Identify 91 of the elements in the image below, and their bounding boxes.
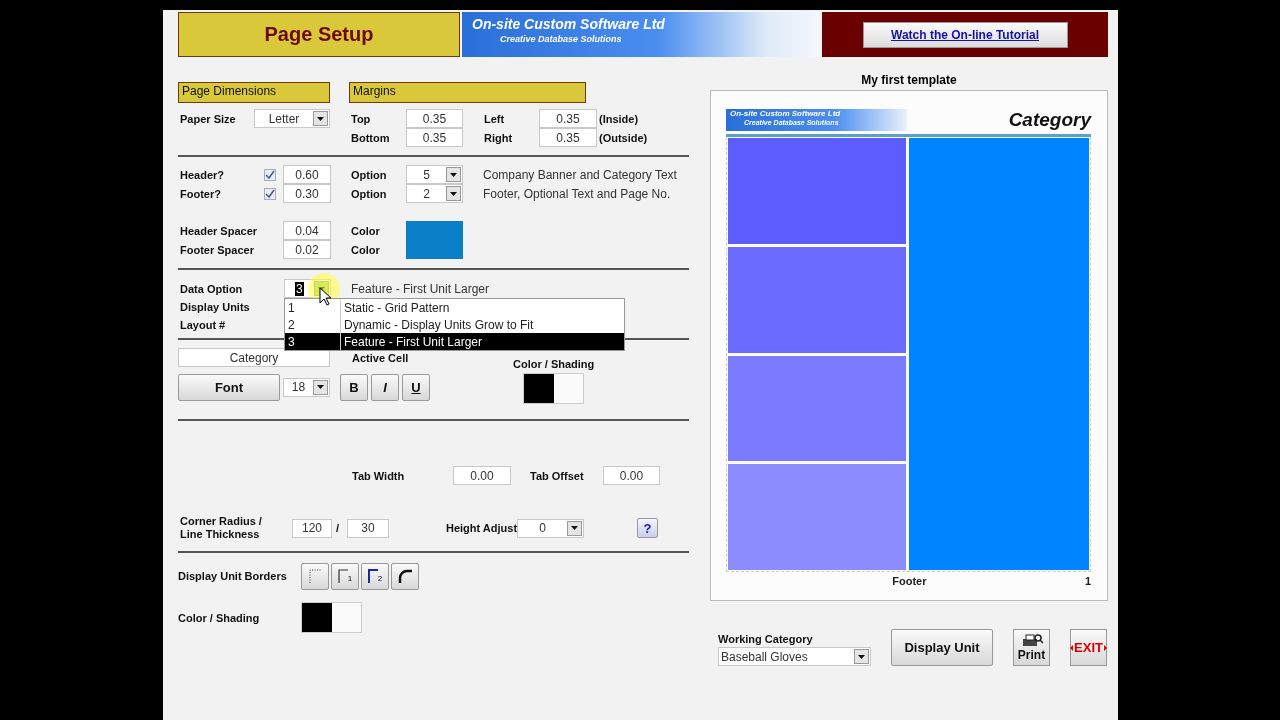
field-label: Working Category — [718, 633, 814, 645]
caret-icon — [450, 172, 457, 177]
template-name: My first template — [860, 71, 958, 89]
field-label: Paper Size — [180, 112, 236, 125]
company-name: On-site Custom Software Ltd — [472, 16, 666, 32]
field-label: Height Adjust — [446, 522, 518, 534]
field-label: Corner Radius / Line Thickness — [180, 515, 263, 541]
field-note: (Inside) — [599, 112, 639, 125]
caret-icon — [317, 116, 324, 121]
color-shading-swatch[interactable] — [523, 373, 585, 404]
field-label: Header Spacer — [180, 224, 258, 237]
field-note: (Outside) — [599, 131, 648, 144]
company-tagline: Creative Database Solutions — [500, 34, 623, 44]
dotted-corner-icon — [309, 569, 321, 583]
field-label: Footer? — [180, 187, 221, 200]
input-field[interactable]: 0.00 — [453, 466, 511, 485]
input-field[interactable]: 0.35 — [539, 128, 597, 147]
color-shading-swatch[interactable] — [301, 602, 362, 633]
field-label: Display Units — [180, 301, 250, 313]
checkbox[interactable] — [264, 187, 276, 200]
text-style-button[interactable]: I — [371, 373, 399, 401]
caret-icon — [317, 385, 324, 389]
field-label: Data Option — [180, 282, 243, 295]
preview-footer: Footer — [892, 575, 927, 587]
dropdown[interactable]: Letter — [254, 109, 330, 128]
input-field[interactable]: 0.60 — [283, 165, 331, 184]
preview-category: Category — [1008, 109, 1091, 131]
color-swatch[interactable] — [406, 221, 463, 240]
dropdown[interactable]: 3 — [284, 279, 331, 298]
input-field[interactable]: 0.35 — [539, 109, 597, 128]
text-style-button[interactable]: U — [402, 373, 430, 401]
active-cell-label: Active Cell — [352, 351, 409, 364]
rounded-corner-icon — [398, 569, 412, 583]
input-field[interactable]: 30 — [347, 518, 389, 538]
caret-icon — [858, 654, 865, 659]
field-label: Color — [351, 243, 380, 256]
field-label: Color / Shading — [178, 611, 260, 624]
arrow-icon — [1070, 644, 1074, 651]
field-label: Tab Offset — [530, 469, 584, 482]
tutorial-link[interactable]: Watch the On-line Tutorial — [862, 21, 1068, 48]
border-style-button[interactable] — [391, 562, 419, 590]
field-label: Color — [351, 224, 380, 237]
dropdown[interactable]: 5 — [406, 165, 463, 184]
exit-button[interactable]: EXIT — [1070, 629, 1107, 666]
section-heading: Page Dimensions — [178, 82, 330, 103]
arrow-icon — [1103, 644, 1107, 651]
field-label: Tab Width — [352, 469, 405, 482]
input-field[interactable]: 0.02 — [283, 240, 331, 259]
option-description: Feature - First Unit Larger — [351, 281, 490, 296]
input-field[interactable]: 120 — [292, 518, 332, 538]
page-number: 1 — [1084, 575, 1091, 587]
field-label: Left — [484, 112, 505, 125]
display-unit-button[interactable]: Display Unit — [891, 629, 993, 666]
help-button[interactable]: ? — [637, 518, 658, 538]
page-title: Page Setup — [178, 12, 460, 57]
separator-slash: / — [336, 522, 340, 534]
field-label: Footer Spacer — [180, 243, 254, 256]
input-field[interactable]: 0.35 — [406, 109, 463, 128]
border-style-button[interactable]: 1 — [331, 562, 359, 590]
field-label: Top — [351, 112, 371, 125]
field-label: Header? — [180, 168, 225, 181]
caret-icon — [571, 526, 578, 530]
color-swatch[interactable] — [406, 240, 463, 259]
dropdown[interactable]: 0 — [517, 518, 584, 538]
caret-icon — [450, 191, 457, 196]
field-label: Color / Shading — [513, 358, 595, 370]
category-field[interactable]: Category — [178, 348, 330, 367]
field-label: Display Unit Borders — [178, 570, 287, 582]
text-style-button[interactable]: B — [340, 373, 368, 401]
input-field[interactable]: 0.00 — [603, 466, 660, 485]
company-name: On-site Custom Software Ltd — [730, 110, 842, 118]
font-button[interactable]: Font — [178, 373, 280, 401]
section-heading: Margins — [349, 82, 586, 103]
dropdown[interactable]: 2 — [406, 184, 463, 203]
input-field[interactable]: 0.04 — [283, 221, 331, 240]
field-label: Layout # — [180, 319, 226, 331]
option-description: Footer, Optional Text and Page No. — [483, 186, 671, 201]
checkbox[interactable] — [264, 168, 276, 181]
dropdown[interactable]: 18 — [283, 377, 330, 397]
print-button[interactable]: Print — [1013, 629, 1050, 666]
field-label: Option — [351, 187, 387, 200]
input-field[interactable]: 0.35 — [406, 128, 463, 147]
field-label: Option — [351, 168, 387, 181]
border-style-button[interactable]: 2 — [361, 562, 389, 590]
field-label: Right — [484, 131, 513, 144]
option-description: Company Banner and Category Text — [483, 167, 677, 182]
input-field[interactable]: 0.30 — [283, 184, 331, 203]
category-dropdown[interactable]: Baseball Gloves — [718, 647, 871, 666]
field-label: Bottom — [351, 131, 390, 144]
dropdown-option[interactable]: 3 Feature - First Unit Larger — [285, 333, 624, 350]
printer-icon — [1020, 633, 1043, 648]
